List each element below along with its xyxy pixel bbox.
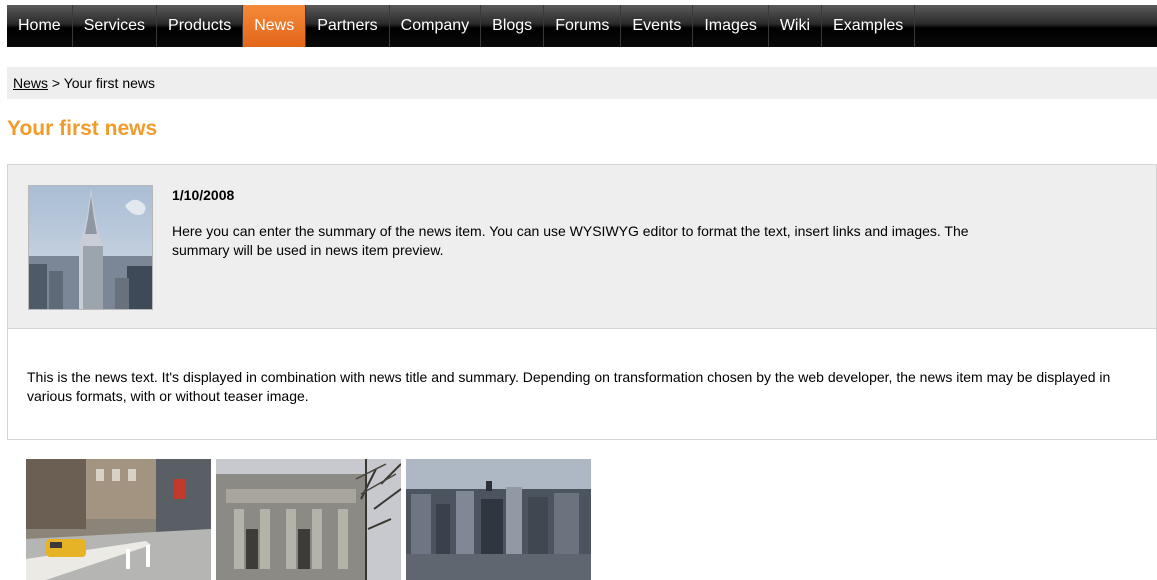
breadcrumb-separator: >	[48, 75, 64, 91]
breadcrumb: News > Your first news	[7, 67, 1157, 99]
nav-item-events[interactable]: Events	[621, 5, 694, 47]
nav-item-forums[interactable]: Forums	[544, 5, 622, 47]
nav-item-services[interactable]: Services	[73, 5, 158, 47]
nav-item-images[interactable]: Images	[693, 5, 769, 47]
breadcrumb-link-news[interactable]: News	[13, 75, 48, 91]
nav-item-news[interactable]: News	[243, 5, 307, 47]
news-item: 1/10/2008 Here you can enter the summary…	[7, 164, 1157, 440]
main-navigation: Home Services Products News Partners Company B…	[7, 5, 1157, 47]
nav-item-examples[interactable]: Examples	[822, 5, 916, 47]
nav-list: Home Services Products News Partners Company B…	[7, 5, 1157, 47]
nav-item-wiki[interactable]: Wiki	[769, 5, 823, 47]
nav-item-partners[interactable]: Partners	[306, 5, 390, 47]
news-summary: Here you can enter the summary of the ne…	[172, 223, 969, 258]
news-text: This is the news text. It's displayed in…	[27, 369, 1111, 404]
nav-item-blogs[interactable]: Blogs	[481, 5, 545, 47]
nav-item-company[interactable]: Company	[390, 5, 482, 47]
news-date: 1/10/2008	[172, 187, 235, 203]
gallery-image-street[interactable]	[26, 459, 211, 580]
page-title: Your first news	[7, 117, 158, 140]
news-summary-panel: 1/10/2008 Here you can enter the summary…	[8, 165, 1156, 329]
teaser-image	[28, 185, 153, 310]
gallery-image-skyline[interactable]	[406, 459, 591, 580]
breadcrumb-current: Your first news	[63, 75, 156, 91]
nav-item-products[interactable]: Products	[157, 5, 244, 47]
gallery-image-library[interactable]	[216, 459, 401, 580]
nav-item-home[interactable]: Home	[7, 5, 73, 47]
